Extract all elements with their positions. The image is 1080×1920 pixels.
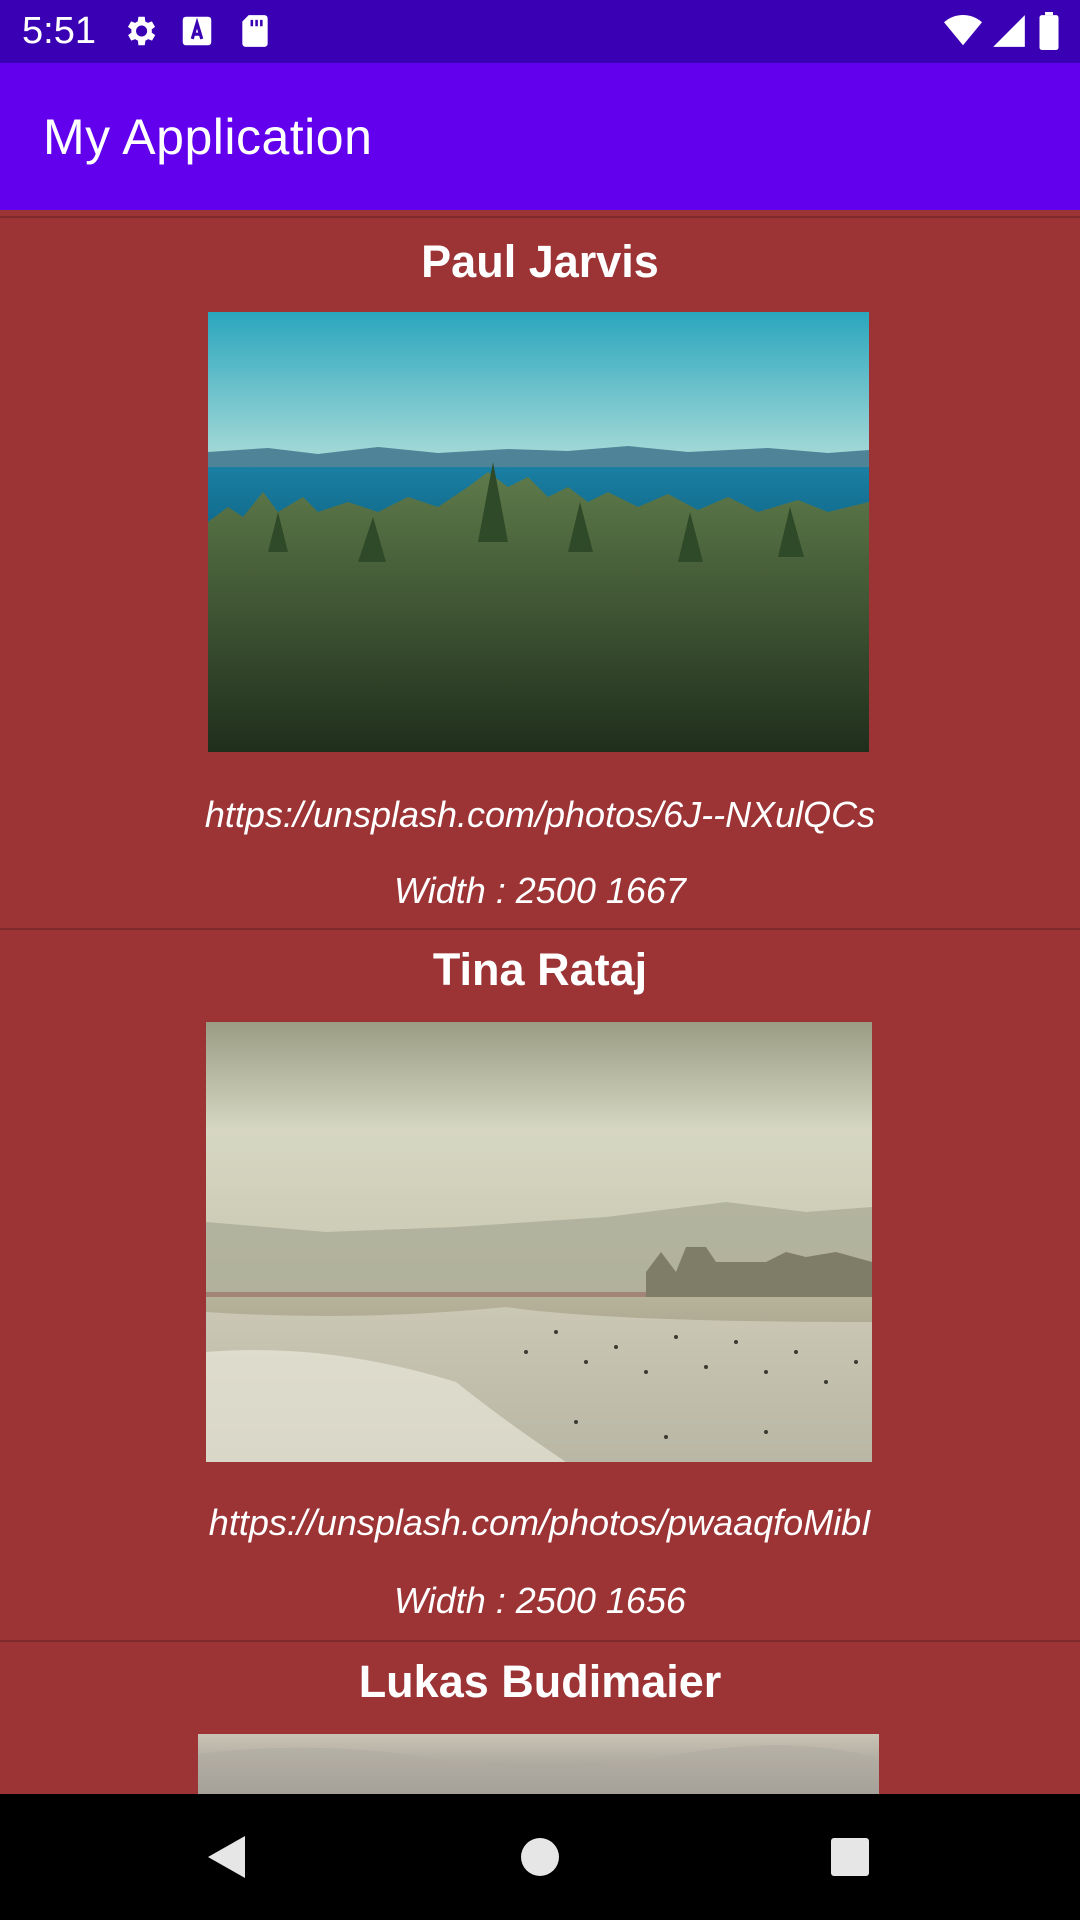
author-name: Tina Rataj bbox=[432, 944, 648, 995]
app-title: My Application bbox=[43, 109, 373, 165]
list-item[interactable]: Paul Jarvis https://unsplash.com/photos/… bbox=[0, 216, 1080, 926]
settings-icon bbox=[127, 16, 156, 46]
app-bar: My Application bbox=[0, 63, 1080, 210]
signal-icon bbox=[993, 15, 1025, 47]
battery-icon bbox=[1039, 12, 1059, 50]
status-bar: 5:51 bbox=[0, 0, 1080, 63]
photo-url[interactable]: https://unsplash.com/photos/6J--NXulQCs bbox=[0, 794, 1080, 836]
photo-url[interactable]: https://unsplash.com/photos/pwaaqfoMibI bbox=[0, 1502, 1080, 1544]
photo-list[interactable]: Paul Jarvis https://unsplash.com/photos/… bbox=[0, 210, 1080, 1794]
list-item[interactable]: Tina Rataj https://unsplash.com/photos/p… bbox=[0, 928, 1080, 1638]
author-name: Lukas Budimaier bbox=[358, 1656, 722, 1707]
photo-size: Width : 2500 1667 bbox=[394, 870, 686, 911]
status-time: 5:51 bbox=[22, 10, 96, 52]
sd-card-icon bbox=[242, 15, 268, 47]
navigation-bar bbox=[0, 1794, 1080, 1920]
photo-forest-sea bbox=[208, 312, 869, 752]
recents-icon[interactable] bbox=[771, 1794, 931, 1920]
author-name: Paul Jarvis bbox=[421, 236, 659, 287]
wifi-icon bbox=[944, 15, 982, 46]
photo-size: Width : 2500 1656 bbox=[394, 1580, 686, 1621]
photo-clouds bbox=[198, 1734, 879, 1794]
back-icon[interactable] bbox=[150, 1794, 310, 1920]
home-icon[interactable] bbox=[460, 1794, 620, 1920]
a-keyboard-icon bbox=[182, 16, 212, 46]
photo-beach bbox=[206, 1022, 872, 1462]
list-item[interactable]: Lukas Budimaier bbox=[0, 1640, 1080, 1794]
